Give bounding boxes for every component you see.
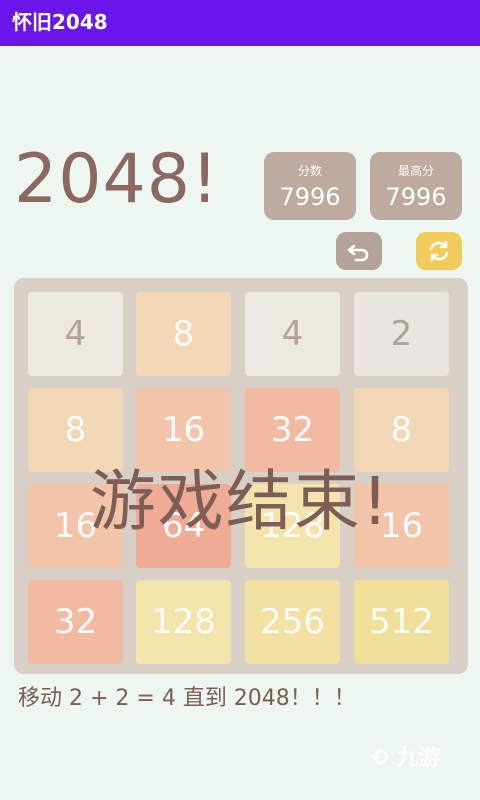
app-title: 怀旧2048 [12,10,108,34]
best-score-label: 最高分 [397,164,434,178]
current-score-box: 分数 7996 [264,152,356,220]
hint-text: 移动 2 + 2 = 4 直到 2048！！！ [18,686,356,711]
best-score-box: 最高分 7996 [370,152,462,220]
current-score-value: 7996 [279,183,341,211]
game-title: 2048! [14,140,220,219]
app-bar: 怀旧2048 [0,0,480,46]
watermark-logo-icon: ⟲ [370,746,389,771]
watermark: ⟲ 九游 [370,740,440,772]
undo-button[interactable] [336,232,382,270]
best-score-value: 7996 [385,183,447,211]
watermark-text: 九游 [396,746,441,771]
current-score-label: 分数 [297,164,322,178]
game-over-message: 游戏结束! [89,463,391,540]
restart-button[interactable] [416,232,462,270]
undo-icon [347,244,369,262]
refresh-icon [429,240,449,262]
